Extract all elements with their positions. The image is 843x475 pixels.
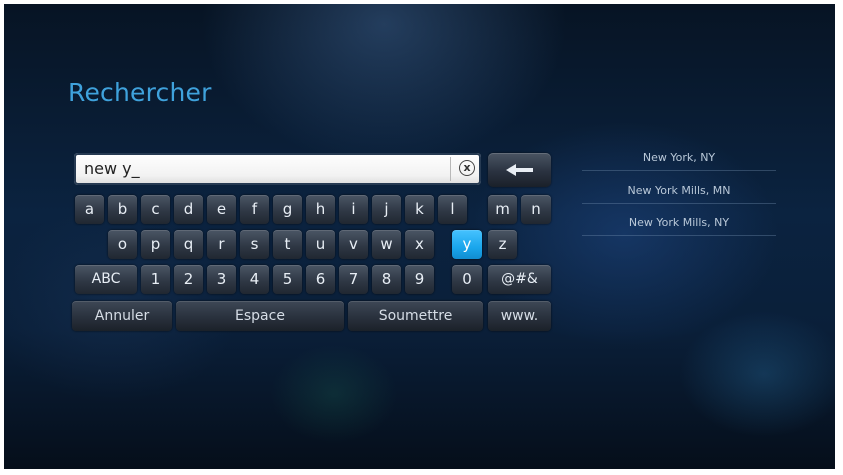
- submit-button[interactable]: Soumettre: [348, 301, 483, 331]
- key-w[interactable]: w: [372, 230, 401, 259]
- backspace-button[interactable]: [488, 153, 551, 187]
- key-k[interactable]: k: [405, 195, 434, 224]
- key-c[interactable]: c: [141, 195, 170, 224]
- key-g[interactable]: g: [273, 195, 302, 224]
- search-input[interactable]: new y_ x: [74, 153, 481, 185]
- key-s[interactable]: s: [240, 230, 269, 259]
- key-f[interactable]: f: [240, 195, 269, 224]
- key-1[interactable]: 1: [141, 265, 170, 294]
- key-2[interactable]: 2: [174, 265, 203, 294]
- key-j[interactable]: j: [372, 195, 401, 224]
- key-3[interactable]: 3: [207, 265, 236, 294]
- key-b[interactable]: b: [108, 195, 137, 224]
- key-h[interactable]: h: [306, 195, 335, 224]
- key-l[interactable]: l: [438, 195, 467, 224]
- key-p[interactable]: p: [141, 230, 170, 259]
- suggestion-item[interactable]: New York, NY: [582, 146, 776, 171]
- key-v[interactable]: v: [339, 230, 368, 259]
- input-divider: [450, 157, 451, 181]
- key-y-selected[interactable]: y: [452, 230, 482, 259]
- screen: Rechercher new y_ x a b c d e f g h i j …: [4, 4, 835, 469]
- key-n[interactable]: n: [521, 195, 551, 224]
- key-8[interactable]: 8: [372, 265, 401, 294]
- key-u[interactable]: u: [306, 230, 335, 259]
- key-z[interactable]: z: [488, 230, 517, 259]
- key-m[interactable]: m: [488, 195, 517, 224]
- www-button[interactable]: www.: [488, 301, 551, 331]
- space-button[interactable]: Espace: [176, 301, 344, 331]
- key-7[interactable]: 7: [339, 265, 368, 294]
- key-5[interactable]: 5: [273, 265, 302, 294]
- key-4[interactable]: 4: [240, 265, 269, 294]
- cancel-button[interactable]: Annuler: [72, 301, 172, 331]
- key-i[interactable]: i: [339, 195, 368, 224]
- left-arrow-icon: [506, 164, 533, 176]
- key-o[interactable]: o: [108, 230, 137, 259]
- key-0[interactable]: 0: [452, 265, 482, 294]
- search-input-value: new y_: [84, 159, 140, 178]
- key-6[interactable]: 6: [306, 265, 335, 294]
- key-q[interactable]: q: [174, 230, 203, 259]
- key-9[interactable]: 9: [405, 265, 434, 294]
- key-symbols[interactable]: @#&: [488, 265, 551, 294]
- key-abc[interactable]: ABC: [75, 265, 137, 294]
- key-t[interactable]: t: [273, 230, 302, 259]
- suggestion-item[interactable]: New York Mills, NY: [582, 211, 776, 236]
- key-r[interactable]: r: [207, 230, 236, 259]
- key-e[interactable]: e: [207, 195, 236, 224]
- key-d[interactable]: d: [174, 195, 203, 224]
- suggestion-item[interactable]: New York Mills, MN: [582, 179, 776, 204]
- key-a[interactable]: a: [75, 195, 104, 224]
- clear-icon[interactable]: x: [459, 160, 475, 176]
- key-x[interactable]: x: [405, 230, 434, 259]
- page-title: Rechercher: [68, 78, 212, 107]
